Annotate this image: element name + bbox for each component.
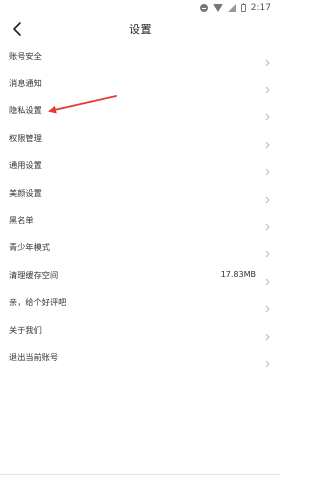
- menu-item-label: 黑名单: [9, 215, 34, 226]
- chevron-right-icon: [265, 134, 270, 149]
- status-time: 2:17: [250, 3, 271, 13]
- settings-screen: 2:17 设置 账号安全 消息通知 隐私设置 权限管理 通用设置 美颜设置 黑名…: [0, 0, 281, 500]
- chevron-right-icon: [265, 106, 270, 121]
- menu-item-rate-app[interactable]: 亲，给个好评吧: [0, 289, 281, 316]
- menu-item-about-us[interactable]: 关于我们: [0, 316, 281, 343]
- wifi-icon: [212, 4, 223, 12]
- menu-item-label: 青少年模式: [9, 242, 50, 253]
- chevron-right-icon: [265, 271, 270, 286]
- chevron-right-icon: [265, 52, 270, 67]
- chevron-right-icon: [265, 161, 270, 176]
- menu-item-label: 亲，给个好评吧: [9, 297, 67, 308]
- signal-icon: [227, 4, 236, 12]
- battery-icon: [240, 3, 246, 12]
- menu-item-label: 权限管理: [9, 132, 42, 143]
- menu-item-label: 消息通知: [9, 78, 42, 89]
- menu-item-blacklist[interactable]: 黑名单: [0, 206, 281, 233]
- menu-item-permissions[interactable]: 权限管理: [0, 124, 281, 151]
- chevron-right-icon: [265, 326, 270, 340]
- menu-item-teen-mode[interactable]: 青少年模式: [0, 234, 281, 261]
- page-title: 设置: [129, 23, 152, 36]
- menu-item-beauty[interactable]: 美颜设置: [0, 179, 281, 206]
- chevron-right-icon: [265, 216, 270, 231]
- menu-item-label: 美颜设置: [9, 187, 42, 198]
- menu-item-general[interactable]: 通用设置: [0, 152, 281, 179]
- menu-item-notifications[interactable]: 消息通知: [0, 69, 281, 96]
- menu-item-label: 关于我们: [9, 324, 42, 335]
- menu-item-label: 清理缓存空间: [9, 269, 59, 280]
- chevron-right-icon: [265, 298, 270, 313]
- menu-item-label: 通用设置: [9, 160, 42, 171]
- navigation-bar: [0, 475, 281, 500]
- menu-item-label: 隐私设置: [9, 105, 42, 116]
- menu-item-label: 账号安全: [9, 50, 42, 61]
- header: 设置: [0, 16, 281, 44]
- settings-menu: 账号安全 消息通知 隐私设置 权限管理 通用设置 美颜设置 黑名单 青少年模式 …: [0, 42, 281, 371]
- menu-item-logout[interactable]: 退出当前账号: [0, 343, 281, 370]
- menu-item-clear-cache[interactable]: 清理缓存空间 17.83MB: [0, 261, 281, 288]
- chevron-right-icon: [265, 243, 270, 258]
- chevron-right-icon: [265, 353, 270, 368]
- cache-size-value: 17.83MB: [220, 270, 256, 280]
- menu-item-account-security[interactable]: 账号安全: [0, 42, 281, 69]
- chevron-right-icon: [265, 79, 270, 94]
- status-bar: 2:17: [0, 0, 281, 16]
- menu-item-privacy[interactable]: 隐私设置: [0, 97, 281, 124]
- chevron-right-icon: [265, 189, 270, 203]
- do-not-disturb-icon: [199, 4, 208, 12]
- menu-item-label: 退出当前账号: [9, 351, 59, 362]
